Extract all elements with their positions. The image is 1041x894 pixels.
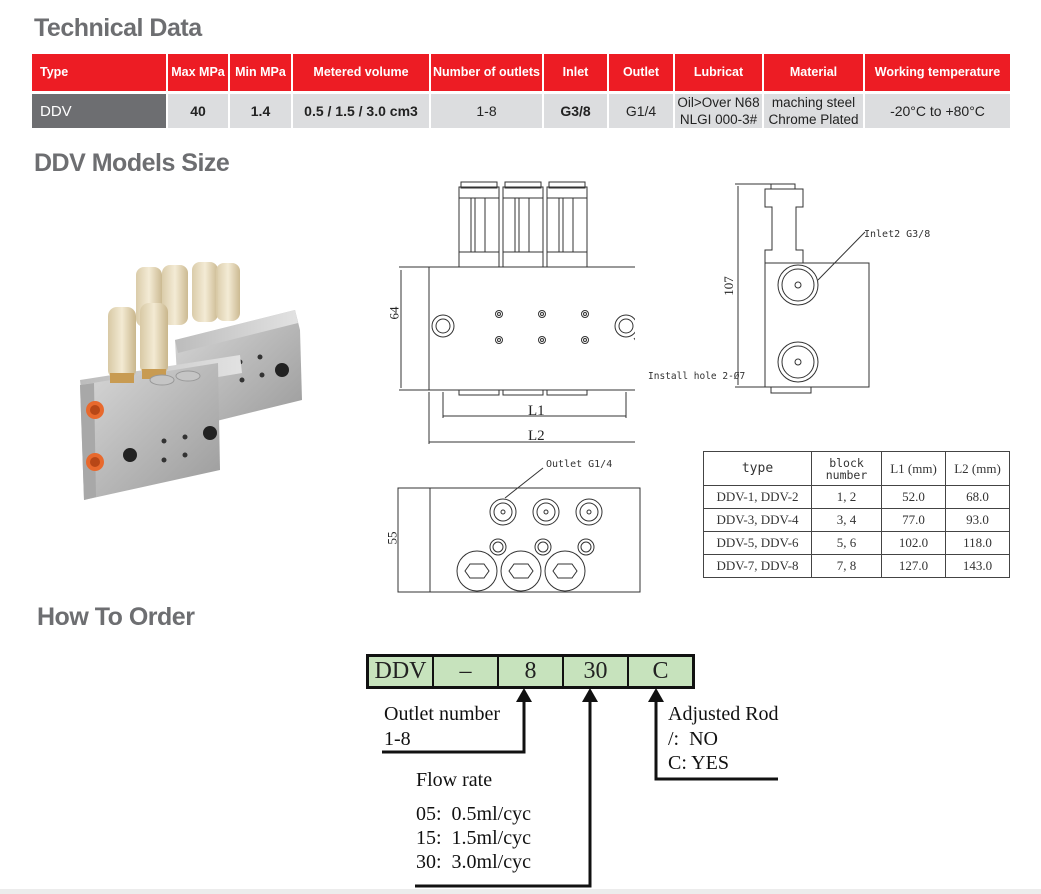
size-l1: 127.0 — [881, 554, 946, 578]
flow-rate-option: 30: 3.0ml/cyc — [416, 851, 531, 873]
code-outlet-number: 8 — [499, 657, 564, 686]
top-view-drawing — [397, 467, 641, 593]
adjusted-rod-option: C: YES — [668, 752, 729, 774]
tech-table-data-row: DDV 40 1.4 0.5 / 1.5 / 3.0 cm3 1-8 G3/8 … — [32, 94, 1012, 128]
size-type: DDV-3, DDV-4 — [703, 508, 812, 532]
header-min-mpa: Min MPa — [230, 54, 291, 91]
table-row: DDV-7, DDV-8 7, 8 127.0 143.0 — [703, 554, 1010, 578]
header-type: Type — [32, 54, 166, 91]
adjusted-rod-option: /: NO — [668, 728, 718, 750]
header-metered-volume: Metered volume — [293, 54, 429, 91]
size-l2: 143.0 — [945, 554, 1010, 578]
size-type: DDV-7, DDV-8 — [703, 554, 812, 578]
cell-lubricat: Oil>Over N68 NLGI 000-3# — [675, 94, 762, 128]
size-l2: 68.0 — [945, 485, 1010, 509]
header-lubricat: Lubricat — [675, 54, 762, 91]
header-material: Material — [764, 54, 863, 91]
flow-rate-option: 05: 0.5ml/cyc — [416, 803, 531, 825]
front-view-drawing — [399, 181, 635, 444]
dim-l2: L2 — [528, 428, 545, 444]
dim-107: 107 — [720, 276, 736, 296]
size-header-type: type — [703, 451, 812, 486]
size-block: 3, 4 — [811, 508, 882, 532]
header-working-temperature: Working temperature — [865, 54, 1010, 91]
technical-data-title: Technical Data — [34, 14, 202, 42]
how-to-order-title: How To Order — [37, 603, 195, 631]
size-table: type block number L1 (mm) L2 (mm) DDV-1,… — [703, 451, 1010, 578]
size-block: 5, 6 — [811, 531, 882, 555]
code-series: DDV — [369, 657, 434, 686]
flow-rate-title: Flow rate — [416, 769, 493, 791]
code-separator: – — [434, 657, 499, 686]
cell-material: maching steel Chrome Plated — [764, 94, 863, 128]
bottom-divider — [0, 889, 1041, 894]
size-header-l2: L2 (mm) — [945, 451, 1010, 486]
lubricat-line1: Oil>Over N68 — [677, 95, 760, 110]
outlet-number-value: 1-8 — [384, 728, 411, 750]
table-row: DDV-5, DDV-6 5, 6 102.0 118.0 — [703, 531, 1010, 555]
size-l1: 52.0 — [881, 485, 946, 509]
cell-outlet: G1/4 — [609, 94, 673, 128]
front-block — [80, 363, 220, 500]
outlet-label: Outlet G1/4 — [546, 459, 613, 470]
header-inlet: Inlet — [544, 54, 607, 91]
inlet-label: Inlet2 G3/8 — [864, 229, 931, 240]
cell-metered-volume: 0.5 / 1.5 / 3.0 cm3 — [293, 94, 429, 128]
size-l1: 77.0 — [881, 508, 946, 532]
flow-rate-option: 15: 1.5ml/cyc — [416, 827, 531, 849]
header-max-mpa: Max MPa — [168, 54, 228, 91]
top-view-outlets — [456, 498, 603, 592]
size-header-l1: L1 (mm) — [881, 451, 946, 486]
size-table-header: type block number L1 (mm) L2 (mm) — [703, 451, 1010, 486]
code-adjusted-rod: C — [629, 657, 692, 686]
size-l2: 118.0 — [945, 531, 1010, 555]
code-flow-rate: 30 — [564, 657, 629, 686]
material-line1: maching steel — [771, 95, 856, 110]
outlet-number-title: Outlet number — [384, 703, 501, 725]
order-code: DDV – 8 30 C — [366, 654, 695, 689]
material-line2: Chrome Plated — [768, 112, 859, 127]
models-size-title: DDV Models Size — [34, 149, 230, 177]
size-header-block-number: block number — [811, 451, 882, 486]
size-block: 1, 2 — [811, 485, 882, 509]
cell-min-mpa: 1.4 — [230, 94, 291, 128]
side-view-drawing — [735, 183, 870, 394]
cell-type: DDV — [32, 94, 166, 128]
size-block: 7, 8 — [811, 554, 882, 578]
cell-temperature: -20°C to +80°C — [865, 94, 1010, 128]
cell-max-mpa: 40 — [168, 94, 228, 128]
front-view-cartridges — [458, 181, 588, 268]
cell-inlet: G3/8 — [544, 94, 607, 128]
front-view-holes — [495, 310, 589, 344]
size-type: DDV-5, DDV-6 — [703, 531, 812, 555]
header-number-of-outlets: Number of outlets — [431, 54, 542, 91]
top-view-block — [429, 487, 641, 593]
dim-64: 64 — [386, 306, 402, 320]
adjusted-rod-title: Adjusted Rod — [668, 703, 779, 725]
header-outlet: Outlet — [609, 54, 673, 91]
size-l1: 102.0 — [881, 531, 946, 555]
size-type: DDV-1, DDV-2 — [703, 485, 812, 509]
size-l2: 93.0 — [945, 508, 1010, 532]
product-photo — [80, 262, 302, 500]
dim-l1: L1 — [528, 403, 545, 419]
front-view-block — [428, 266, 635, 391]
lubricat-line2: NLGI 000-3# — [679, 112, 758, 127]
tech-table-header-row: Type Max MPa Min MPa Metered volume Numb… — [32, 54, 1012, 91]
table-row: DDV-3, DDV-4 3, 4 77.0 93.0 — [703, 508, 1010, 532]
dim-55: 55 — [384, 531, 400, 545]
table-row: DDV-1, DDV-2 1, 2 52.0 68.0 — [703, 485, 1010, 509]
cell-outlets: 1-8 — [431, 94, 542, 128]
